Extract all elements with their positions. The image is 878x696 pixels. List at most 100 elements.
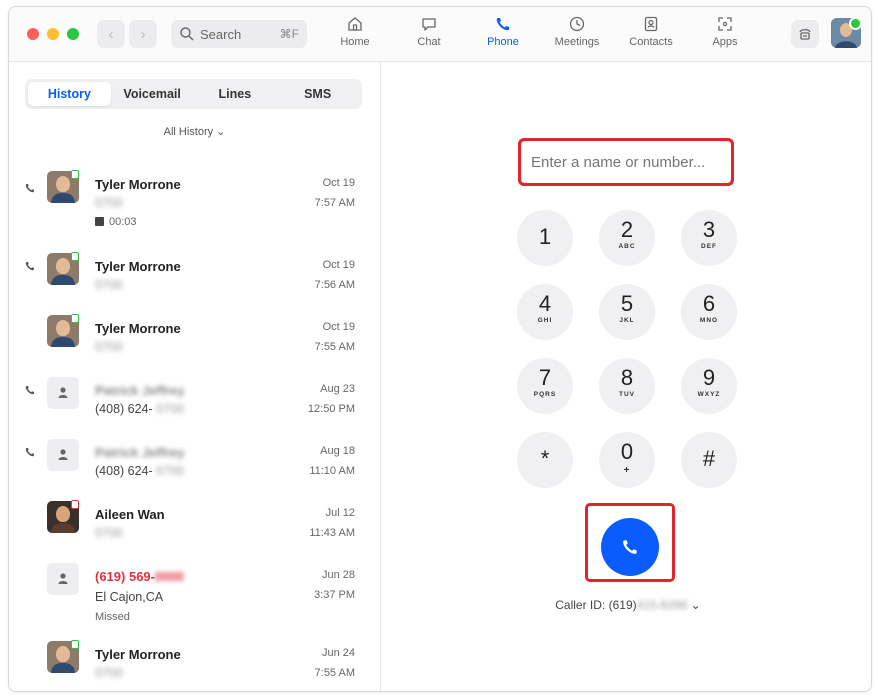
dial-key-7[interactable]: 7 PQRS (517, 358, 573, 414)
dial-key-digit: 5 (620, 291, 634, 316)
contact-number: 0700 (95, 196, 123, 210)
presence-dot (849, 18, 861, 30)
recording-duration-text: 00:03 (109, 216, 137, 228)
call-time: 7:56 AM (314, 279, 355, 291)
recording-icon (95, 217, 104, 226)
tab-home[interactable]: Home (325, 15, 385, 48)
contact-number-prefix: (408) 624- (95, 464, 153, 478)
dial-number-input[interactable] (520, 140, 732, 184)
tab-home-label: Home (340, 36, 370, 48)
dial-key-letters: WXYZ (697, 391, 721, 398)
tab-apps[interactable]: Apps (695, 15, 755, 48)
history-item[interactable]: Tyler Morrone 0700 Oct 19 7:55 AM (9, 298, 380, 360)
call-direction-icon (25, 448, 34, 457)
history-filter-dropdown[interactable]: All History ⌄ (9, 125, 380, 138)
call-button[interactable] (601, 518, 659, 576)
zoom-window-button[interactable] (67, 28, 79, 40)
contact-name: Patrick Jeffrey (95, 445, 185, 460)
dial-key-letters: GHI (537, 317, 553, 324)
contact-name: Aileen Wan (95, 507, 165, 522)
contact-number: 0700 (95, 526, 123, 540)
dial-key-3[interactable]: 3 DEF (681, 210, 737, 266)
dial-key-0[interactable]: 0 + (599, 432, 655, 488)
recording-duration: 00:03 (95, 216, 137, 228)
missed-number-suffix: 0000 (154, 569, 184, 584)
dial-key-letters: ABC (618, 243, 636, 250)
contact-number: 0700 (95, 666, 123, 680)
history-item[interactable]: Aileen Wan 0700 Jul 12 11:43 AM (9, 484, 380, 546)
dial-key-5[interactable]: 5 JKL (599, 284, 655, 340)
history-item-missed[interactable]: (619) 569-0000 El Cajon,CA Missed Jun 28… (9, 546, 380, 624)
segment-lines[interactable]: Lines (194, 82, 277, 106)
home-icon (348, 17, 362, 31)
call-direction-icon (25, 262, 34, 271)
clock-icon (569, 16, 585, 32)
dial-key-2[interactable]: 2 ABC (599, 210, 655, 266)
title-bar: ‹ › Search ⌘F Home Chat Phone Meetings C… (9, 7, 871, 62)
caller-id-selector[interactable]: Caller ID: (619)415-8288 ⌄ (381, 598, 871, 612)
close-window-button[interactable] (27, 28, 39, 40)
presence-badge (71, 252, 79, 261)
history-item[interactable]: Tyler Morrone 0700 00:03 Oct 19 7:57 AM (9, 156, 380, 236)
search-bar[interactable]: Search ⌘F (171, 20, 307, 48)
history-item[interactable]: Patrick Jeffrey (408) 624- 0700 Aug 18 1… (9, 422, 380, 484)
call-date: Aug 18 (320, 445, 355, 457)
history-item[interactable]: Patrick Jeffrey (408) 624- 0700 Aug 23 1… (9, 360, 380, 422)
call-date: Oct 19 (322, 259, 355, 271)
dial-key-digit: 1 (538, 224, 552, 249)
presence-badge (71, 500, 79, 509)
back-button[interactable]: ‹ (97, 20, 125, 48)
contact-number: 0700 (95, 340, 123, 354)
tab-meetings[interactable]: Meetings (547, 15, 607, 48)
tab-phone[interactable]: Phone (473, 15, 533, 48)
call-time: 3:37 PM (314, 589, 355, 601)
presence-badge (71, 314, 79, 323)
person-icon (58, 573, 68, 584)
segment-history[interactable]: History (28, 82, 111, 106)
search-icon (180, 27, 194, 41)
missed-label: Missed (95, 611, 130, 623)
dial-key-1[interactable]: 1 (517, 210, 573, 266)
dial-key-9[interactable]: 9 WXYZ (681, 358, 737, 414)
segment-sms[interactable]: SMS (276, 82, 359, 106)
forward-button[interactable]: › (129, 20, 157, 48)
dial-key-digit: 6 (702, 291, 716, 316)
history-item[interactable]: Tyler Morrone 0700 Oct 19 7:56 AM (9, 236, 380, 298)
profile-avatar[interactable] (831, 18, 861, 48)
minimize-window-button[interactable] (47, 28, 59, 40)
dial-key-digit: 2 (620, 217, 634, 242)
chevron-left-icon: ‹ (108, 25, 114, 43)
segment-voicemail[interactable]: Voicemail (111, 82, 194, 106)
phone-icon (496, 18, 509, 31)
tab-contacts[interactable]: Contacts (621, 15, 681, 48)
contact-name: Tyler Morrone (95, 177, 181, 192)
contact-location: El Cajon,CA (95, 590, 164, 604)
contact-avatar (47, 439, 79, 471)
dial-key-hash[interactable]: # (681, 432, 737, 488)
contacts-icon (644, 16, 658, 32)
dial-key-digit: 7 (538, 365, 552, 390)
dial-key-star[interactable]: * (517, 432, 573, 488)
contact-name: Tyler Morrone (95, 647, 181, 662)
dial-key-6[interactable]: 6 MNO (681, 284, 737, 340)
chat-icon (422, 18, 436, 31)
tab-chat-label: Chat (417, 36, 441, 48)
person-icon (58, 449, 68, 460)
contact-avatar (47, 377, 79, 409)
chevron-right-icon: › (140, 25, 146, 43)
history-item[interactable]: Tyler Morrone 0700 Jun 24 7:55 AM (9, 624, 380, 686)
phone-status-button[interactable] (791, 20, 819, 48)
contact-name: Tyler Morrone (95, 321, 181, 336)
call-direction-icon (25, 184, 34, 193)
dial-key-letters: TUV (619, 391, 635, 398)
call-direction-icon (25, 386, 34, 395)
person-icon (58, 387, 68, 398)
dial-key-digit: 3 (702, 217, 716, 242)
dial-key-4[interactable]: 4 GHI (517, 284, 573, 340)
tab-chat[interactable]: Chat (399, 15, 459, 48)
dial-key-8[interactable]: 8 TUV (599, 358, 655, 414)
desk-phone-icon (799, 29, 811, 40)
dial-key-digit: # (702, 446, 716, 471)
call-time: 12:50 PM (307, 403, 355, 415)
contact-number: (408) 624- 0700 (95, 464, 184, 478)
